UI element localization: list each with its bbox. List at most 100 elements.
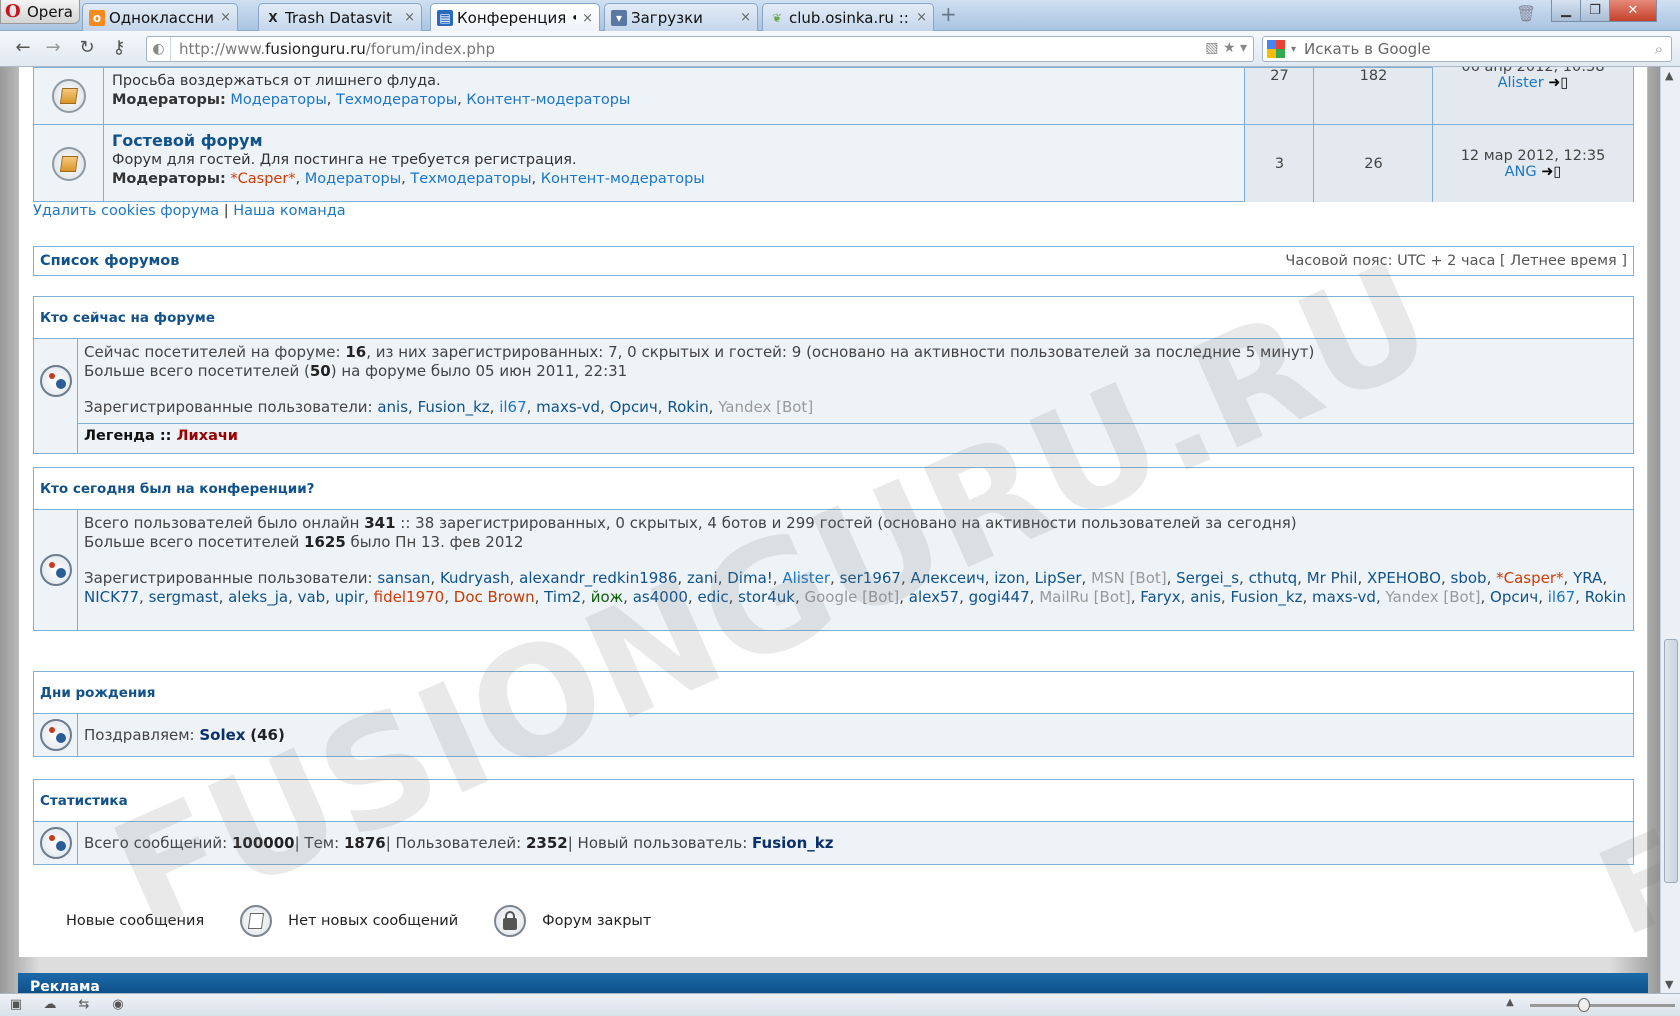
tab-trash-datasvit[interactable]: X Trash Datasvit :: Д... × bbox=[258, 3, 422, 31]
user-link[interactable]: anis bbox=[1190, 588, 1221, 606]
user-link[interactable]: Fusion_kz bbox=[418, 398, 490, 416]
user-link[interactable]: sansan bbox=[377, 569, 430, 587]
tab-osinka[interactable]: ❦ club.osinka.ru :: До... × bbox=[762, 3, 934, 31]
user-link[interactable]: Орсич bbox=[1490, 588, 1538, 606]
user-link[interactable]: il67 bbox=[499, 398, 526, 416]
birthday-user-link[interactable]: Solex bbox=[199, 726, 245, 745]
close-tab-icon[interactable]: × bbox=[404, 10, 415, 25]
user-link[interactable]: il67 bbox=[1548, 588, 1575, 606]
moderator-link[interactable]: Контент-модераторы bbox=[541, 171, 705, 187]
user-link[interactable]: Tim2 bbox=[544, 588, 581, 606]
trash-icon[interactable]: 🗑 bbox=[1516, 4, 1536, 23]
user-link[interactable]: Fusion_kz bbox=[1230, 588, 1302, 606]
zoom-out-icon[interactable]: ▲ bbox=[1502, 997, 1518, 1013]
user-link[interactable]: gogi447 bbox=[969, 588, 1030, 606]
zoom-slider[interactable] bbox=[1530, 998, 1675, 1012]
close-window-button[interactable]: ✕ bbox=[1609, 0, 1657, 22]
user-link[interactable]: Орсич bbox=[610, 398, 658, 416]
user-link[interactable]: Kudryash bbox=[440, 569, 510, 587]
forward-arrow-icon[interactable]: → bbox=[42, 37, 64, 59]
user-link[interactable]: alexandr_redkin1986 bbox=[519, 569, 677, 587]
opera-unite-icon[interactable]: ☁ bbox=[42, 997, 58, 1013]
group-link[interactable]: Лихачи bbox=[177, 428, 238, 444]
user-link[interactable]: Rokin bbox=[1585, 588, 1626, 606]
vertical-scrollbar[interactable]: ▲ ▼ bbox=[1660, 67, 1680, 993]
opera-link-icon[interactable]: ⇆ bbox=[76, 997, 92, 1013]
scroll-up-arrow-icon[interactable]: ▲ bbox=[1665, 69, 1673, 82]
reload-icon[interactable]: ↻ bbox=[76, 37, 98, 59]
user-link[interactable]: MailRu [Bot] bbox=[1039, 588, 1131, 606]
zoom-slider-knob[interactable] bbox=[1578, 998, 1590, 1012]
goto-last-post-icon[interactable]: ➜▯ bbox=[1541, 164, 1561, 180]
close-tab-icon[interactable]: × bbox=[916, 10, 927, 25]
user-link[interactable]: upir bbox=[335, 588, 364, 606]
user-link[interactable]: YRA bbox=[1573, 569, 1602, 587]
site-info-icon[interactable]: ◐ bbox=[147, 37, 171, 61]
user-link[interactable]: maxs-vd bbox=[536, 398, 600, 416]
newest-user-link[interactable]: Fusion_kz bbox=[752, 834, 833, 853]
turbo-icon[interactable]: ◉ bbox=[110, 997, 126, 1013]
search-icon[interactable]: ⌕ bbox=[1655, 40, 1663, 58]
history-dropdown-icon[interactable]: ▾ bbox=[1240, 40, 1247, 56]
user-link[interactable]: cthutq bbox=[1249, 569, 1298, 587]
last-post-user[interactable]: ANG bbox=[1505, 164, 1537, 180]
tab-odnoklassniki[interactable]: оОдноклассники × bbox=[82, 3, 238, 31]
user-link[interactable]: sbob bbox=[1451, 569, 1487, 587]
new-tab-plus-icon[interactable]: + bbox=[940, 4, 960, 25]
user-link[interactable]: edic bbox=[697, 588, 728, 606]
user-link[interactable]: Алексеич bbox=[911, 569, 985, 587]
user-link[interactable]: Yandex [Bot] bbox=[1385, 588, 1480, 606]
user-link[interactable]: stor4uk bbox=[738, 588, 795, 606]
user-link[interactable]: aleks_ja bbox=[228, 588, 288, 606]
tab-conference[interactable]: ▤Конференция • F... × bbox=[430, 3, 600, 32]
user-link[interactable]: *Casper* bbox=[1496, 569, 1563, 587]
restore-button[interactable]: ❐ bbox=[1580, 0, 1610, 22]
google-icon[interactable] bbox=[1267, 40, 1285, 58]
last-post-user[interactable]: Alister bbox=[1498, 75, 1544, 91]
today-title[interactable]: Кто сегодня был на конференции? bbox=[34, 468, 1633, 510]
user-link[interactable]: anis bbox=[377, 398, 408, 416]
user-link[interactable]: Google [Bot] bbox=[805, 588, 900, 606]
user-link[interactable]: Doc Brown bbox=[454, 588, 535, 606]
moderator-link[interactable]: Модераторы bbox=[230, 92, 326, 108]
search-engine-dropdown-icon[interactable]: ▾ bbox=[1291, 44, 1296, 55]
user-link[interactable]: sergmast bbox=[149, 588, 219, 606]
user-link[interactable]: as4000 bbox=[633, 588, 688, 606]
moderator-link[interactable]: Техмодераторы bbox=[410, 171, 531, 187]
user-link[interactable]: ХРЕНОВО bbox=[1367, 569, 1441, 587]
user-link[interactable]: Sergei_s bbox=[1176, 569, 1239, 587]
search-field[interactable]: ▾ Искать в Google ⌕ bbox=[1262, 36, 1672, 62]
close-tab-icon[interactable]: × bbox=[220, 10, 231, 25]
user-link[interactable]: zani bbox=[687, 569, 718, 587]
key-icon[interactable]: ⚷ bbox=[108, 37, 130, 59]
user-link[interactable]: LipSer bbox=[1035, 569, 1082, 587]
scroll-down-arrow-icon[interactable]: ▼ bbox=[1665, 978, 1673, 991]
user-link[interactable]: izon bbox=[994, 569, 1025, 587]
moderator-link[interactable]: Техмодераторы bbox=[336, 92, 457, 108]
minimize-button[interactable]: ▁ bbox=[1551, 0, 1581, 22]
user-link[interactable]: Dima! bbox=[727, 569, 773, 587]
user-link[interactable]: Alister bbox=[782, 569, 830, 587]
user-link[interactable]: Yandex [Bot] bbox=[718, 398, 813, 416]
panel-toggle-icon[interactable]: ▣ bbox=[8, 997, 24, 1013]
bookmark-star-icon[interactable]: ★ bbox=[1223, 40, 1236, 56]
user-link[interactable]: ser1967 bbox=[840, 569, 901, 587]
team-link[interactable]: Наша команда bbox=[233, 203, 345, 219]
forum-list-link[interactable]: Список форумов bbox=[40, 253, 179, 269]
opera-menu-button[interactable]: O Opera bbox=[0, 0, 80, 24]
online-title[interactable]: Кто сейчас на форуме bbox=[34, 297, 1633, 339]
user-link[interactable]: йож bbox=[591, 588, 623, 606]
user-link[interactable]: Rokin bbox=[667, 398, 708, 416]
url-field[interactable]: ◐ http://www. fusionguru.ru/forum/index.p… bbox=[146, 36, 1254, 62]
user-link[interactable]: Mr Phil bbox=[1307, 569, 1358, 587]
moderator-link[interactable]: *Casper* bbox=[230, 171, 295, 187]
rss-icon[interactable]: ▧ bbox=[1205, 40, 1218, 56]
close-tab-icon[interactable]: × bbox=[582, 11, 593, 26]
close-tab-icon[interactable]: × bbox=[740, 10, 751, 25]
user-link[interactable]: vab bbox=[298, 588, 326, 606]
user-link[interactable]: MSN [Bot] bbox=[1091, 569, 1167, 587]
birthdays-title[interactable]: Дни рождения bbox=[34, 672, 1633, 714]
user-link[interactable]: Faryx bbox=[1140, 588, 1180, 606]
goto-last-post-icon[interactable]: ➜▯ bbox=[1548, 75, 1568, 91]
forum-title-link[interactable]: Гостевой форум bbox=[112, 131, 1252, 150]
